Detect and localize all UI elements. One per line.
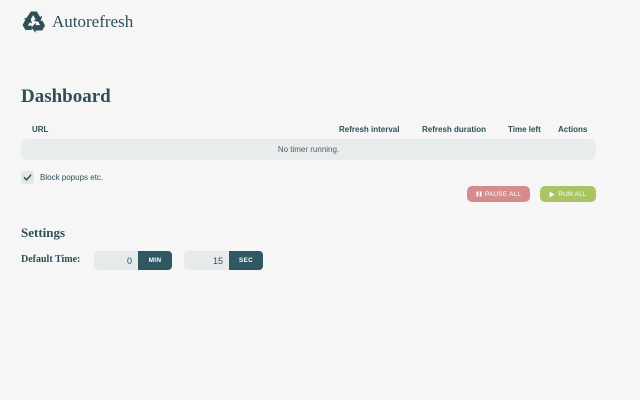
run-all-button[interactable]: RUN ALL [540,186,596,202]
pause-all-button[interactable]: PAUSE ALL [467,186,530,202]
column-header-refresh-interval: Refresh interval [339,125,400,134]
minutes-unit-button[interactable]: MIN [138,251,172,270]
column-header-refresh-duration: Refresh duration [422,125,487,134]
default-minutes-input[interactable] [94,251,138,270]
block-popups-checkbox[interactable] [21,171,34,184]
default-seconds-group: SEC [184,251,263,270]
default-seconds-input[interactable] [184,251,229,270]
seconds-unit-button[interactable]: SEC [229,251,263,270]
pause-icon [476,191,482,197]
default-minutes-group: MIN [94,251,172,270]
column-header-url: URL [32,125,49,134]
app-title: Autorefresh [52,12,134,31]
default-time-label: Default Time: [21,254,81,265]
empty-timers-message: No timer running. [21,139,596,160]
settings-title: Settings [21,225,66,240]
app-header: Autorefresh [21,9,133,35]
column-header-time-left: Time left [508,125,541,134]
play-icon [549,191,555,197]
block-popups-label: Block popups etc. [40,173,104,182]
timers-table-header: URL Refresh interval Refresh duration Ti… [21,124,596,136]
recycle-icon [22,11,46,33]
run-all-label: RUN ALL [558,190,587,198]
pause-all-label: PAUSE ALL [484,190,522,198]
page-title: Dashboard [21,86,111,107]
checkmark-icon [23,174,32,181]
block-popups-option[interactable]: Block popups etc. [21,171,103,184]
column-header-actions: Actions [558,125,588,134]
